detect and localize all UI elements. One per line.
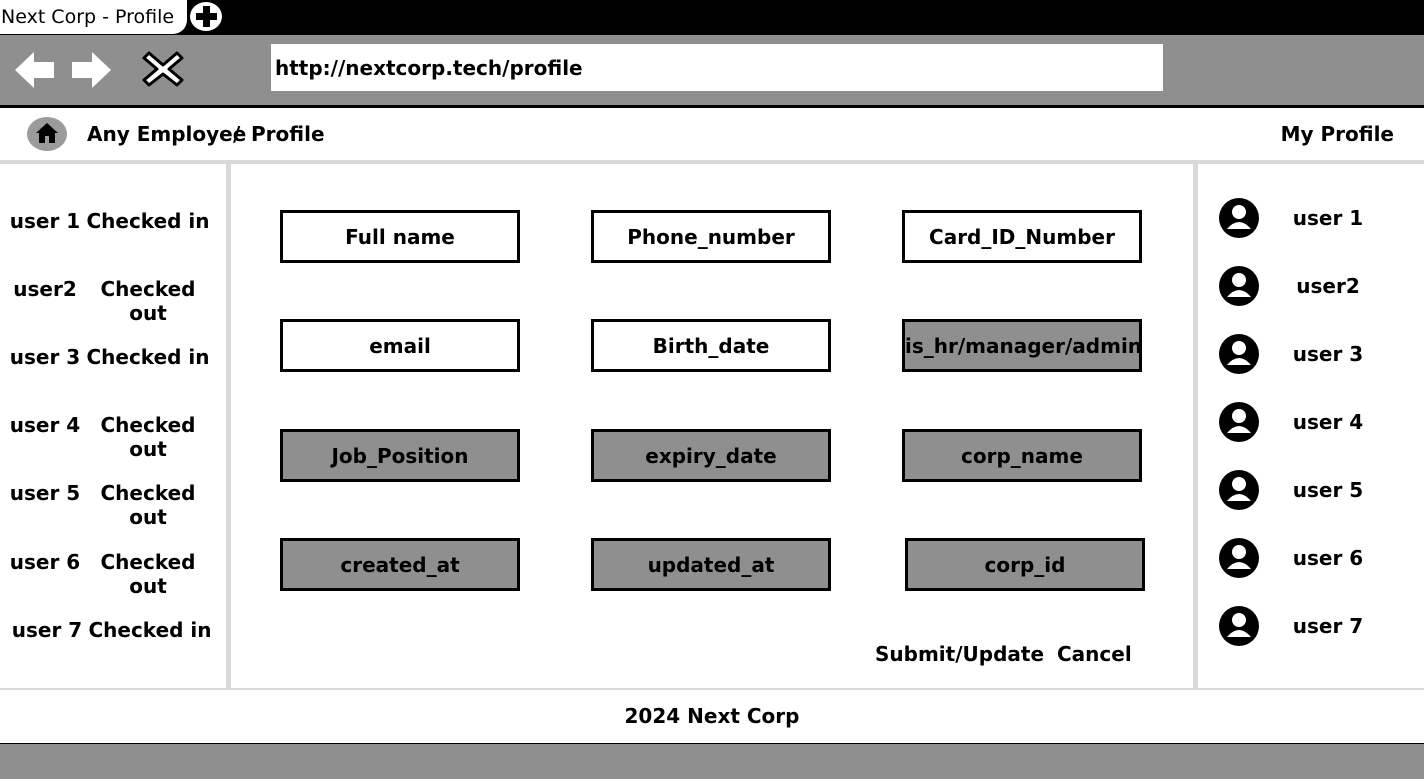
attendance-status: Checked out bbox=[100, 413, 196, 461]
user-avatar-icon bbox=[1219, 606, 1259, 646]
user-avatar-icon bbox=[1219, 470, 1259, 510]
attendance-row: user 6 Checked out bbox=[0, 550, 226, 598]
job-position-field bbox=[280, 429, 520, 482]
user-name: user 5 bbox=[1292, 478, 1364, 502]
birth-date-field[interactable] bbox=[591, 319, 831, 372]
attendance-status: Checked in bbox=[88, 618, 212, 642]
close-icon[interactable] bbox=[140, 47, 186, 91]
home-icon[interactable] bbox=[27, 117, 67, 151]
card-id-number-field[interactable] bbox=[902, 210, 1142, 263]
user-name: user 6 bbox=[1292, 546, 1364, 570]
role-field bbox=[902, 319, 1142, 372]
cancel-button[interactable]: Cancel bbox=[1057, 642, 1132, 666]
attendance-status: Checked out bbox=[100, 550, 196, 598]
attendance-status: Checked out bbox=[100, 277, 196, 325]
attendance-user[interactable]: user 1 bbox=[0, 209, 90, 233]
full-name-field[interactable] bbox=[280, 210, 520, 263]
arrow-right-icon[interactable] bbox=[68, 48, 114, 92]
breadcrumb-bar: Any Employee / Profile My Profile bbox=[0, 108, 1424, 164]
bottom-bar bbox=[0, 744, 1424, 779]
user-name: user 4 bbox=[1292, 410, 1364, 434]
tab-strip: Next Corp - Profile bbox=[0, 0, 1424, 35]
email-field[interactable] bbox=[280, 319, 520, 372]
attendance-user[interactable]: user2 bbox=[0, 277, 90, 301]
user-name: user 7 bbox=[1292, 614, 1364, 638]
plus-icon[interactable] bbox=[188, 0, 224, 33]
breadcrumb-item-any-employee[interactable]: Any Employee bbox=[87, 122, 246, 146]
user-list-item[interactable]: user 3 bbox=[1198, 334, 1424, 376]
expiry-date-field bbox=[591, 429, 831, 482]
attendance-row: user2 Checked out bbox=[0, 277, 226, 325]
attendance-row: user 3 Checked in bbox=[0, 345, 226, 375]
user-list-item[interactable]: user 6 bbox=[1198, 538, 1424, 580]
attendance-user[interactable]: user 5 bbox=[0, 481, 90, 505]
attendance-user[interactable]: user 3 bbox=[0, 345, 90, 369]
attendance-status: Checked in bbox=[86, 345, 210, 369]
attendance-user[interactable]: user 4 bbox=[0, 413, 90, 437]
browser-toolbar bbox=[0, 35, 1424, 108]
user-list-item[interactable]: user2 bbox=[1198, 266, 1424, 308]
users-sidebar: user 1 user2 user 3 user 4 user 5 user 6… bbox=[1193, 164, 1424, 688]
attendance-user[interactable]: user 6 bbox=[0, 550, 90, 574]
attendance-row: user 1 Checked in bbox=[0, 209, 226, 239]
breadcrumb-item-profile: Profile bbox=[251, 122, 325, 146]
user-name: user 3 bbox=[1292, 342, 1364, 366]
attendance-status: Checked out bbox=[100, 481, 196, 529]
user-name: user 1 bbox=[1292, 206, 1364, 230]
profile-form: Submit/Update Cancel bbox=[231, 164, 1193, 688]
phone-number-field[interactable] bbox=[591, 210, 831, 263]
footer-text: 2024 Next Corp bbox=[624, 704, 800, 728]
corp-id-field bbox=[905, 538, 1145, 591]
user-avatar-icon bbox=[1219, 402, 1259, 442]
user-avatar-icon bbox=[1219, 334, 1259, 374]
user-list-item[interactable]: user 7 bbox=[1198, 606, 1424, 648]
attendance-row: user 5 Checked out bbox=[0, 481, 226, 529]
created-at-field bbox=[280, 538, 520, 591]
user-avatar-icon bbox=[1219, 538, 1259, 578]
corp-name-field bbox=[902, 429, 1142, 482]
attendance-status: Checked in bbox=[86, 209, 210, 233]
attendance-row: user 7 Checked in bbox=[0, 618, 226, 648]
attendance-sidebar: user 1 Checked in user2 Checked out user… bbox=[0, 164, 231, 688]
user-list-item[interactable]: user 4 bbox=[1198, 402, 1424, 444]
address-bar[interactable] bbox=[271, 44, 1163, 91]
my-profile-link[interactable]: My Profile bbox=[1281, 122, 1394, 146]
user-avatar-icon bbox=[1219, 266, 1259, 306]
arrow-left-icon[interactable] bbox=[12, 48, 58, 92]
user-name: user2 bbox=[1296, 274, 1360, 298]
page-footer: 2024 Next Corp bbox=[0, 688, 1424, 746]
user-list-item[interactable]: user 5 bbox=[1198, 470, 1424, 512]
submit-update-button[interactable]: Submit/Update bbox=[875, 642, 1044, 666]
breadcrumb-separator: / bbox=[233, 122, 241, 146]
attendance-row: user 4 Checked out bbox=[0, 413, 226, 461]
browser-tab[interactable]: Next Corp - Profile bbox=[0, 0, 187, 34]
updated-at-field bbox=[591, 538, 831, 591]
attendance-user[interactable]: user 7 bbox=[2, 618, 92, 642]
user-list-item[interactable]: user 1 bbox=[1198, 198, 1424, 240]
user-avatar-icon bbox=[1219, 198, 1259, 238]
